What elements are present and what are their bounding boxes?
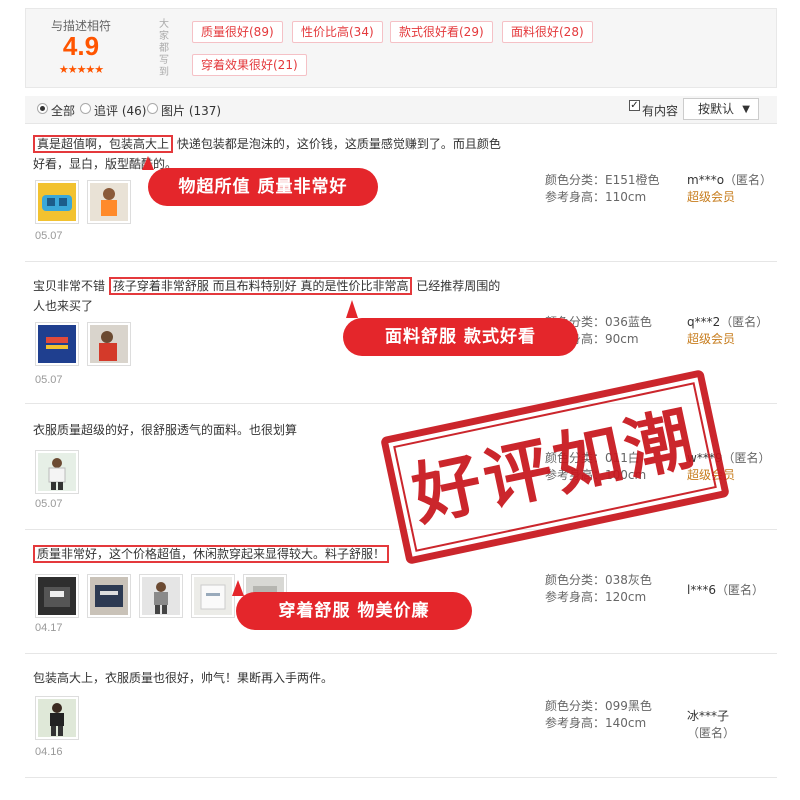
anonymous-label: （匿名）: [715, 583, 764, 597]
radio-followup[interactable]: [80, 103, 91, 114]
review-photo[interactable]: [35, 574, 79, 618]
promo-banner: 面料舒服 款式好看: [343, 318, 578, 356]
review-photo[interactable]: [35, 696, 79, 740]
highlighted-phrase: 质量非常好，这个价格超值，休闲款穿起来显得较大。料子舒服！: [33, 545, 390, 563]
tag-fabric-good[interactable]: 面料很好(28): [502, 21, 593, 43]
promo-banner: 物超所值 质量非常好: [148, 168, 378, 206]
review-photos: [35, 180, 131, 224]
sort-select-value: 按默认: [698, 102, 735, 116]
review-photo[interactable]: [35, 180, 79, 224]
review-sku-info: 颜色分类：099黑色 参考身高：140cm: [545, 698, 652, 732]
sku-color: 颜色分类：E151橙色: [545, 173, 660, 187]
has-content-checkbox[interactable]: ✓: [629, 100, 640, 111]
chevron-down-icon: ▼: [742, 104, 750, 115]
review-photo[interactable]: [87, 180, 131, 224]
highlighted-phrase: 孩子穿着非常舒服 而且布料特别好 真的是性价比非常高: [108, 277, 413, 295]
sku-color: 颜色分类：099黑色: [545, 699, 652, 713]
review-photo[interactable]: [191, 574, 235, 618]
radio-images[interactable]: [147, 103, 158, 114]
review-text: 宝贝非常不错 孩子穿着非常舒服 而且布料特别好 真的是性价比非常高 已经推荐周围…: [33, 277, 501, 313]
review-photo[interactable]: [87, 322, 131, 366]
review-date: 04.16: [35, 746, 63, 758]
vip-badge: 超级会员: [687, 332, 736, 346]
review-sku-info: 颜色分类：E151橙色 参考身高：110cm: [545, 172, 660, 206]
review-photos: [35, 450, 79, 494]
review-text: 包装高大上，衣服质量也很好，帅气！果断再入手两件。: [33, 671, 334, 685]
has-content-label[interactable]: 有内容: [642, 102, 678, 119]
sku-height: 参考身高：110cm: [545, 190, 647, 204]
review-photos: [35, 696, 79, 740]
banner-pointer: [346, 300, 358, 318]
tag-fit-good[interactable]: 穿着效果很好(21): [192, 54, 307, 76]
review-item: 包装高大上，衣服质量也很好，帅气！果断再入手两件。 04.16 颜色分类：099…: [25, 654, 777, 778]
reviewer-name[interactable]: q***2: [687, 315, 720, 329]
reviewer-name[interactable]: m***o: [687, 173, 724, 187]
reviewer-info: q***2（匿名） 超级会员: [687, 314, 768, 348]
banner-pointer: [232, 580, 244, 596]
anonymous-label: （匿名）: [687, 726, 736, 740]
review-photos: [35, 322, 131, 366]
review-text: 质量非常好，这个价格超值，休闲款穿起来显得较大。料子舒服！: [33, 544, 453, 564]
filter-followup-label[interactable]: 追评 (46): [94, 102, 146, 119]
score-value: 4.9: [62, 31, 100, 61]
sku-height: 参考身高：140cm: [545, 716, 647, 730]
review-item: 真是超值啊，包装高大上 快递包装都是泡沫的，这价钱，这质量感觉赚到了。而且颜色好…: [25, 126, 777, 262]
anonymous-label: （匿名）: [724, 173, 773, 187]
score-box: 与描述相符 4.9 ★★★★★: [26, 9, 146, 89]
vip-badge: 超级会员: [687, 190, 736, 204]
anonymous-label: （匿名）: [720, 315, 769, 329]
promo-banner: 穿着舒服 物美价廉: [236, 592, 472, 630]
sku-color: 颜色分类：038灰色: [545, 573, 652, 587]
tags-vertical-label: 大 家 都 写 到: [159, 19, 169, 78]
tag-quality-good[interactable]: 质量很好(89): [192, 21, 283, 43]
filter-all-label[interactable]: 全部: [51, 102, 75, 119]
highlighted-phrase: 真是超值啊，包装高大上: [33, 135, 174, 153]
reviewer-info: m***o（匿名） 超级会员: [687, 172, 772, 206]
review-date: 04.17: [35, 622, 63, 634]
review-photo[interactable]: [87, 574, 131, 618]
reviewer-name[interactable]: l***6: [687, 583, 716, 597]
review-sku-info: 颜色分类：038灰色 参考身高：120cm: [545, 572, 652, 606]
review-photo[interactable]: [35, 322, 79, 366]
reviewer-info: 冰***子 （匿名）: [687, 708, 777, 742]
reviewer-info: l***6（匿名）: [687, 582, 764, 599]
tag-style-nice[interactable]: 款式很好看(29): [390, 21, 493, 43]
rating-summary-header: 与描述相符 4.9 ★★★★★ 大 家 都 写 到 质量很好(89) 性价比高(…: [25, 8, 777, 88]
review-filter-bar: 全部 追评 (46) 图片 (137) ✓ 有内容 按默认 ▼: [25, 96, 777, 124]
banner-pointer: [142, 156, 154, 170]
star-rating-icon: ★★★★★: [58, 63, 104, 76]
radio-all[interactable]: [37, 103, 48, 114]
review-date: 05.07: [35, 498, 63, 510]
sku-height: 参考身高：120cm: [545, 590, 647, 604]
review-photo[interactable]: [139, 574, 183, 618]
review-date: 05.07: [35, 374, 63, 386]
tag-value-for-money[interactable]: 性价比高(34): [292, 21, 383, 43]
reviewer-name[interactable]: 冰***子: [687, 709, 729, 723]
review-date: 05.07: [35, 230, 63, 242]
filter-images-label[interactable]: 图片 (137): [161, 102, 221, 119]
sort-select[interactable]: 按默认 ▼: [683, 98, 759, 120]
review-photo[interactable]: [35, 450, 79, 494]
anonymous-label: （匿名）: [722, 451, 771, 465]
